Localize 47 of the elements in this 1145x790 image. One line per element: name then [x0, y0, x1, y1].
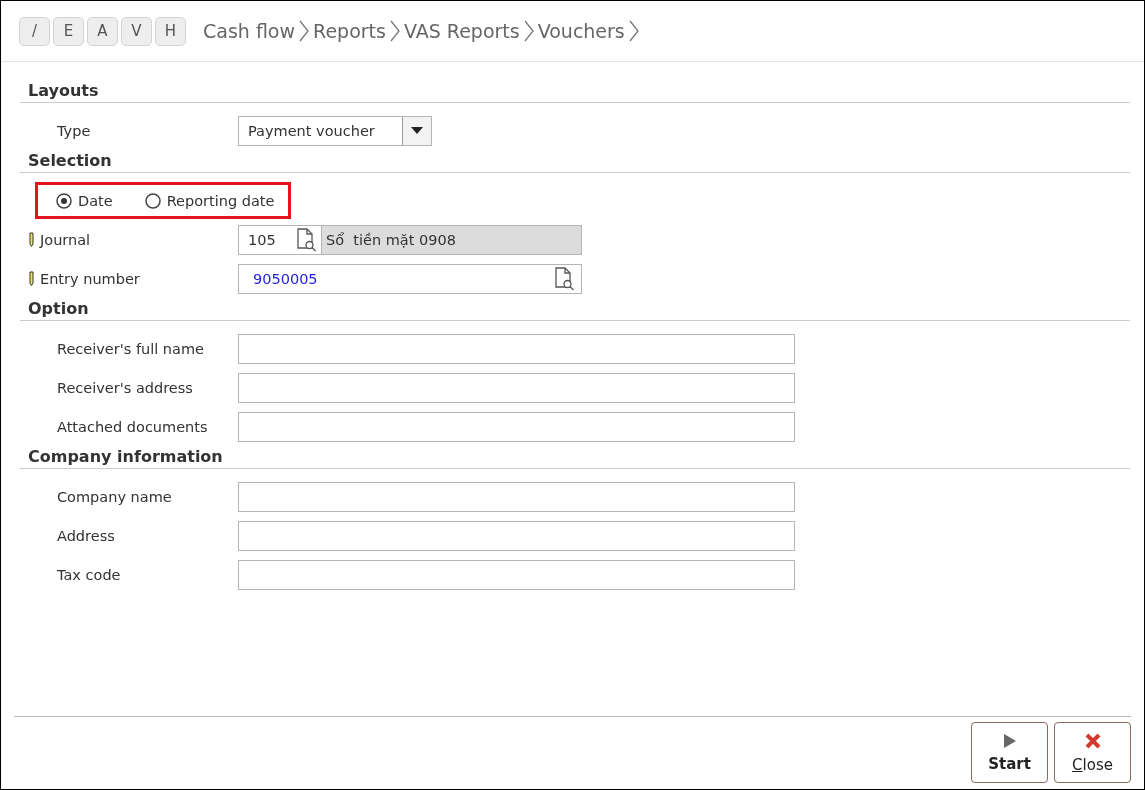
section-heading: Option	[27, 298, 90, 320]
mode-button[interactable]: E	[53, 16, 84, 46]
start-button[interactable]: Start	[971, 722, 1048, 783]
radio-button[interactable]	[144, 192, 161, 209]
breadcrumb-link[interactable]: Reports	[313, 20, 386, 42]
section-heading: Layouts	[27, 80, 100, 102]
input-field[interactable]	[238, 559, 795, 590]
breadcrumb-link[interactable]: Cash flow	[203, 20, 296, 42]
input-field[interactable]	[238, 372, 795, 403]
field-label: Address	[57, 527, 115, 544]
chevron-right-icon	[628, 20, 639, 42]
field-label: Receiver's full name	[57, 340, 204, 357]
breadcrumb-link[interactable]: VAS Reports	[403, 20, 520, 42]
section-heading: Selection	[27, 150, 113, 172]
input-field[interactable]	[238, 520, 795, 551]
close-button[interactable]: Close	[1054, 722, 1131, 783]
description-field: Sổ tiền mặt 0908	[322, 224, 582, 255]
code-field[interactable]: 105	[238, 224, 322, 255]
mode-button[interactable]: V	[121, 16, 152, 46]
radio-label[interactable]: Date	[78, 192, 113, 209]
dropdown-arrow-icon	[411, 127, 423, 134]
input-field[interactable]	[238, 333, 795, 364]
input-field[interactable]	[238, 411, 795, 442]
field-label: Type	[57, 122, 91, 139]
field-label: Company name	[57, 488, 172, 505]
field-label: Tax code	[57, 566, 121, 583]
radio-label[interactable]: Reporting date	[166, 192, 275, 209]
radio-button[interactable]	[56, 192, 72, 209]
close-icon	[1083, 731, 1102, 750]
mode-button[interactable]: H	[155, 16, 186, 46]
field-label: Journal	[40, 231, 91, 248]
mode-button[interactable]: /	[19, 16, 50, 46]
breadcrumb-link[interactable]: Vouchers	[537, 20, 625, 42]
field-label: Receiver's address	[57, 379, 193, 396]
section-heading: Company information	[27, 446, 224, 468]
entry-number-field[interactable]: 9050005	[238, 263, 582, 294]
field-label: Attached documents	[57, 418, 208, 435]
field-label: Entry number	[40, 270, 140, 287]
play-icon	[1002, 732, 1017, 749]
search-icon[interactable]	[295, 227, 317, 252]
type-dropdown[interactable]: Payment voucher	[238, 115, 432, 146]
input-field[interactable]	[238, 481, 795, 512]
search-icon[interactable]	[553, 266, 575, 291]
chevron-right-icon	[299, 20, 310, 42]
chevron-right-icon	[523, 20, 534, 42]
chevron-right-icon	[389, 20, 400, 42]
mode-button[interactable]: A	[87, 16, 118, 46]
